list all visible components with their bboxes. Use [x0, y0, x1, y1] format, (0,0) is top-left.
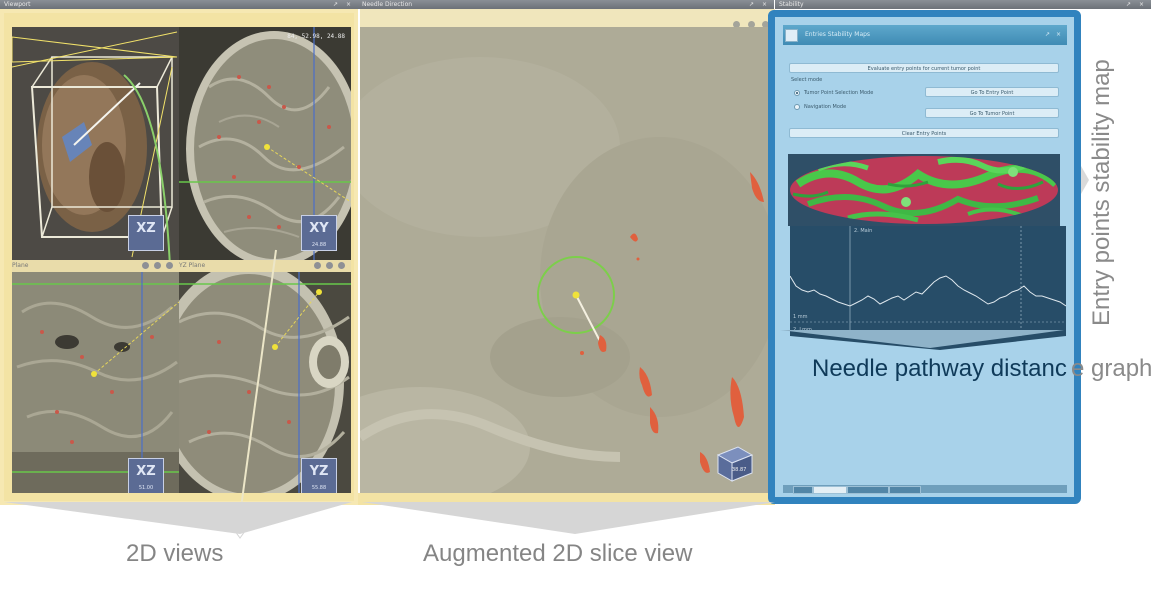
- caption-needle-pathway-graph-tail: e graph: [1071, 355, 1151, 382]
- slice-view-toolbar: [360, 9, 775, 28]
- stability-window-controls[interactable]: ↗ ×: [1126, 0, 1147, 9]
- evaluate-entry-points-button[interactable]: Evaluate entry points for current tumor …: [789, 63, 1059, 73]
- stability-panel-titlebar: Entries Stability Maps ↗ ×: [783, 25, 1067, 45]
- caption-augmented-slice-view: Augmented 2D slice view: [423, 540, 693, 567]
- graph-mid-label: 1 mm: [793, 314, 808, 320]
- panel-controls[interactable]: ↗ ×: [1045, 25, 1063, 45]
- callout-brackets: [4, 502, 775, 534]
- augmented-slice-view[interactable]: 38.87: [360, 27, 775, 493]
- needle-trajectory-line: [231, 249, 277, 539]
- needle-direction-titlebar: Needle Direction ↗ ×: [358, 0, 774, 9]
- stability-panel-footer: [783, 485, 1067, 494]
- clear-entry-points-button[interactable]: Clear Entry Points: [789, 128, 1059, 138]
- caption-2d-views: 2D views: [126, 540, 224, 567]
- caption-entry-points-stability-map: Entry points stability map: [1088, 59, 1115, 326]
- stability-title: Stability: [779, 1, 804, 8]
- needle-direction-window-controls[interactable]: ↗ ×: [749, 0, 770, 9]
- slice-image: [360, 27, 775, 493]
- footer-tab[interactable]: [889, 486, 921, 494]
- go-to-tumor-point-button[interactable]: Go To Tumor Point: [925, 108, 1059, 118]
- stability-panel: Entries Stability Maps ↗ × Evaluate entr…: [768, 10, 1081, 504]
- go-to-entry-point-button[interactable]: Go To Entry Point: [925, 87, 1059, 97]
- navigation-mode-radio[interactable]: [794, 104, 800, 110]
- orientation-cube-icon[interactable]: 38.87: [712, 439, 756, 483]
- needle-direction-title: Needle Direction: [362, 1, 413, 8]
- stability-panel-title: Entries Stability Maps: [805, 31, 871, 38]
- footer-tab-active[interactable]: [813, 486, 847, 494]
- cube-slice-label: 38.87: [732, 467, 747, 473]
- tumor-mode-radio[interactable]: [794, 90, 800, 96]
- footer-tab[interactable]: [793, 486, 813, 494]
- stability-map-icon: [785, 29, 798, 42]
- graph-top-label: 2. Main: [854, 228, 873, 234]
- select-mode-label: Select mode: [791, 77, 823, 83]
- stability-titlebar: Stability ↗ ×: [775, 0, 1151, 9]
- tumor-mode-label: Tumor Point Selection Mode: [804, 90, 874, 96]
- footer-tab[interactable]: [847, 486, 889, 494]
- caption-needle-pathway-graph: Needle pathway distanc: [812, 355, 1067, 382]
- navigation-mode-label: Navigation Mode: [804, 104, 847, 110]
- entry-points-stability-map[interactable]: [788, 154, 1060, 226]
- graph-callout-bracket: [780, 330, 1064, 348]
- stability-map-heatmap: [788, 154, 1060, 226]
- orientation-cube-graphic: [716, 446, 754, 482]
